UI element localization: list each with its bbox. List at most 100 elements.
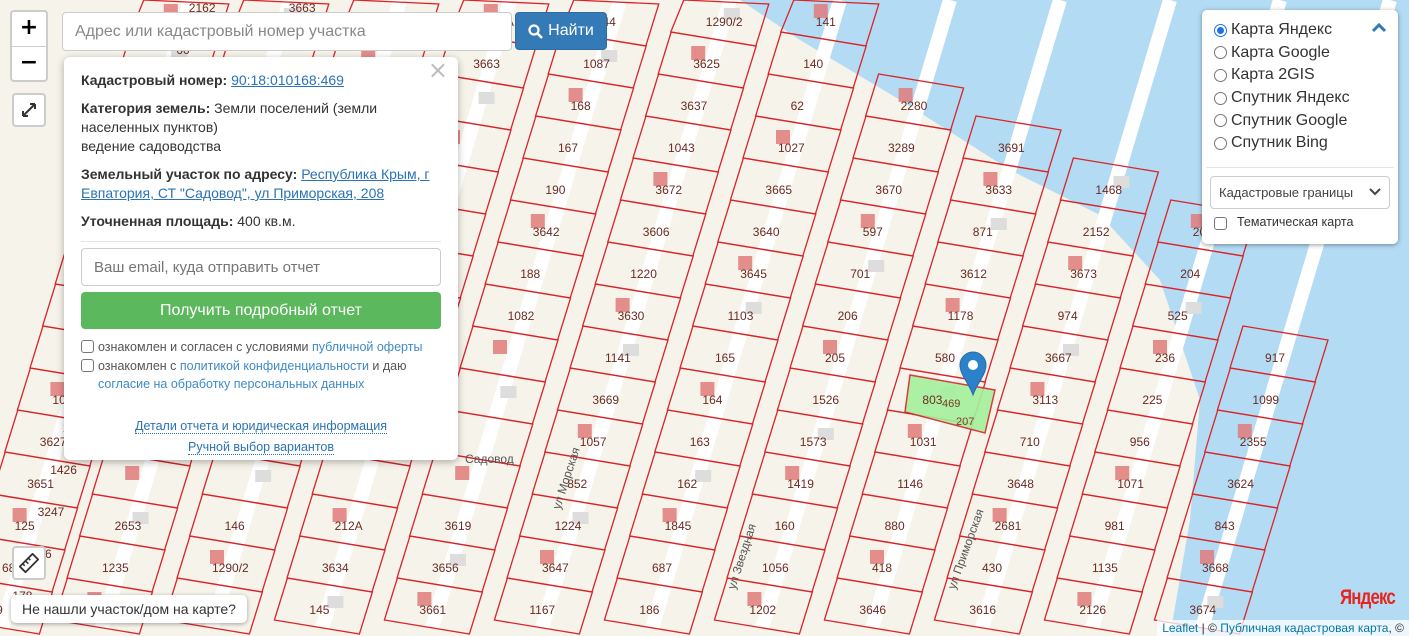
parcel-label: 62 <box>791 99 805 113</box>
layer-option[interactable]: Спутник Google <box>1214 109 1386 132</box>
zoom-in-button[interactable]: + <box>12 12 46 46</box>
overlay-select[interactable]: Кадастровые границы <box>1210 175 1390 209</box>
find-label: Найти <box>548 22 594 39</box>
find-button[interactable]: Найти <box>515 12 607 50</box>
measure-button[interactable] <box>12 546 46 580</box>
area-value: 400 кв.м. <box>237 213 296 229</box>
parcel-label: 1235 <box>102 561 129 575</box>
get-report-button[interactable]: Получить подробный отчет <box>81 292 441 329</box>
parcel-label: 418 <box>872 561 892 575</box>
fullscreen-button[interactable] <box>12 93 46 127</box>
layer-option-label: Спутник Bing <box>1231 134 1328 152</box>
offer-text: ознакомлен и согласен с условиями <box>98 340 312 354</box>
offer-checkbox[interactable] <box>81 340 94 353</box>
parcel-label: 1057 <box>580 435 607 449</box>
email-input[interactable] <box>81 248 441 286</box>
not-found-button[interactable]: Не нашли участок/дом на карте? <box>11 595 247 623</box>
parcel-label: 160 <box>775 519 795 533</box>
divider <box>81 241 441 242</box>
parcel-label: 3663 <box>473 57 500 71</box>
parcel-label: 710 <box>1020 435 1040 449</box>
expand-icon <box>22 103 36 117</box>
parcel-label: 145 <box>309 603 329 617</box>
parcel-label: 1141 <box>605 351 631 365</box>
parcel-label: 3672 <box>655 183 682 197</box>
parcel-label: 140 <box>803 57 823 71</box>
radio-button[interactable] <box>1214 136 1227 150</box>
parcel-label: 3637 <box>681 99 708 113</box>
parcel-label: 1043 <box>668 141 695 155</box>
manual-select-link[interactable]: Ручной выбор вариантов <box>81 438 441 457</box>
parcel-label: 3289 <box>888 141 915 155</box>
parcel-label: 3642 <box>533 225 560 239</box>
offer-link[interactable]: публичной оферты <box>312 340 422 354</box>
parcel-label: 1178 <box>948 309 974 323</box>
parcel-label: 164 <box>702 393 722 407</box>
parcel-label: 3645 <box>740 267 767 281</box>
parcel-label: 1071 <box>1117 477 1144 491</box>
building <box>327 596 344 608</box>
privacy-mid: и даю <box>368 359 407 373</box>
close-icon[interactable]: × <box>428 58 448 82</box>
building <box>255 470 272 482</box>
pkk-link[interactable]: Публичная кадастровая карта <box>1220 621 1388 635</box>
consent-link[interactable]: согласие на обработку персональных данны… <box>98 377 364 391</box>
radio-button[interactable] <box>1214 23 1227 37</box>
parcel-label: 1426 <box>50 463 77 477</box>
attribution: Leaflet | © Публичная кадастровая карта,… <box>1157 620 1409 636</box>
parcel-label: 3625 <box>693 57 720 71</box>
building <box>990 218 1007 230</box>
parcel-label: 186 <box>639 603 659 617</box>
parcel-label: 3656 <box>432 561 459 575</box>
ruler-icon <box>19 553 39 573</box>
parcel-label: 525 <box>1168 309 1188 323</box>
layer-option[interactable]: Спутник Яндекс <box>1214 87 1386 110</box>
layer-option[interactable]: Карта Google <box>1214 42 1386 65</box>
layer-option[interactable]: Спутник Bing <box>1214 132 1386 155</box>
parcel-label: 1087 <box>583 57 610 71</box>
parcel-label: 956 <box>1130 435 1150 449</box>
overlay-select-value: Кадастровые границы <box>1219 184 1354 200</box>
parcel-label: 1290/2 <box>212 561 249 575</box>
cad-number-link[interactable]: 90:18:010168:469 <box>231 72 344 88</box>
address-label: Земельный участок по адресу: <box>81 166 298 182</box>
parcel-label: 3691 <box>998 141 1025 155</box>
parcel-label: 1103 <box>728 309 754 323</box>
parcel-label: 167 <box>558 141 578 155</box>
parcel-label: 1419 <box>787 477 814 491</box>
thematic-checkbox[interactable] <box>1214 216 1227 230</box>
privacy-checkbox[interactable] <box>81 359 94 372</box>
thematic-label: Тематическая карта <box>1237 215 1354 230</box>
parcel-label: 3673 <box>1070 267 1097 281</box>
parcel-label: 1027 <box>778 141 805 155</box>
details-link[interactable]: Детали отчета и юридическая информация <box>81 417 441 436</box>
layer-option[interactable]: Карта Яндекс <box>1214 19 1386 42</box>
parcel-label: 3624 <box>1227 477 1254 491</box>
parcel-label: 687 <box>652 561 672 575</box>
parcel-label: 141 <box>816 15 836 29</box>
search-input[interactable] <box>62 12 512 51</box>
radio-button[interactable] <box>1214 68 1227 82</box>
layer-option[interactable]: Карта 2GIS <box>1214 64 1386 87</box>
building <box>1185 302 1202 314</box>
radio-button[interactable] <box>1214 91 1227 105</box>
radio-button[interactable] <box>1214 46 1227 60</box>
radio-button[interactable] <box>1214 114 1227 128</box>
parcel-label: 3630 <box>618 309 645 323</box>
building <box>455 466 470 480</box>
parcel-label: 3665 <box>765 183 792 197</box>
layer-option-label: Спутник Google <box>1231 111 1348 129</box>
parcel-label: 2653 <box>115 519 142 533</box>
parcel-label: 2280 <box>901 99 928 113</box>
parcel-label: 3668 <box>1202 561 1229 575</box>
category-label: Категория земель: <box>81 100 211 116</box>
parcel-label: 3633 <box>985 183 1012 197</box>
privacy-link[interactable]: политикой конфиденциальности <box>180 359 369 373</box>
parcel-label: 146 <box>225 519 245 533</box>
chevron-up-icon[interactable] <box>1372 23 1386 33</box>
parcel-label: 1082 <box>508 309 535 323</box>
zoom-out-button[interactable]: − <box>12 46 46 80</box>
leaflet-link[interactable]: Leaflet <box>1162 621 1198 635</box>
area-label: Уточненная площадь: <box>81 213 234 229</box>
parcel-label: 205 <box>825 351 845 365</box>
